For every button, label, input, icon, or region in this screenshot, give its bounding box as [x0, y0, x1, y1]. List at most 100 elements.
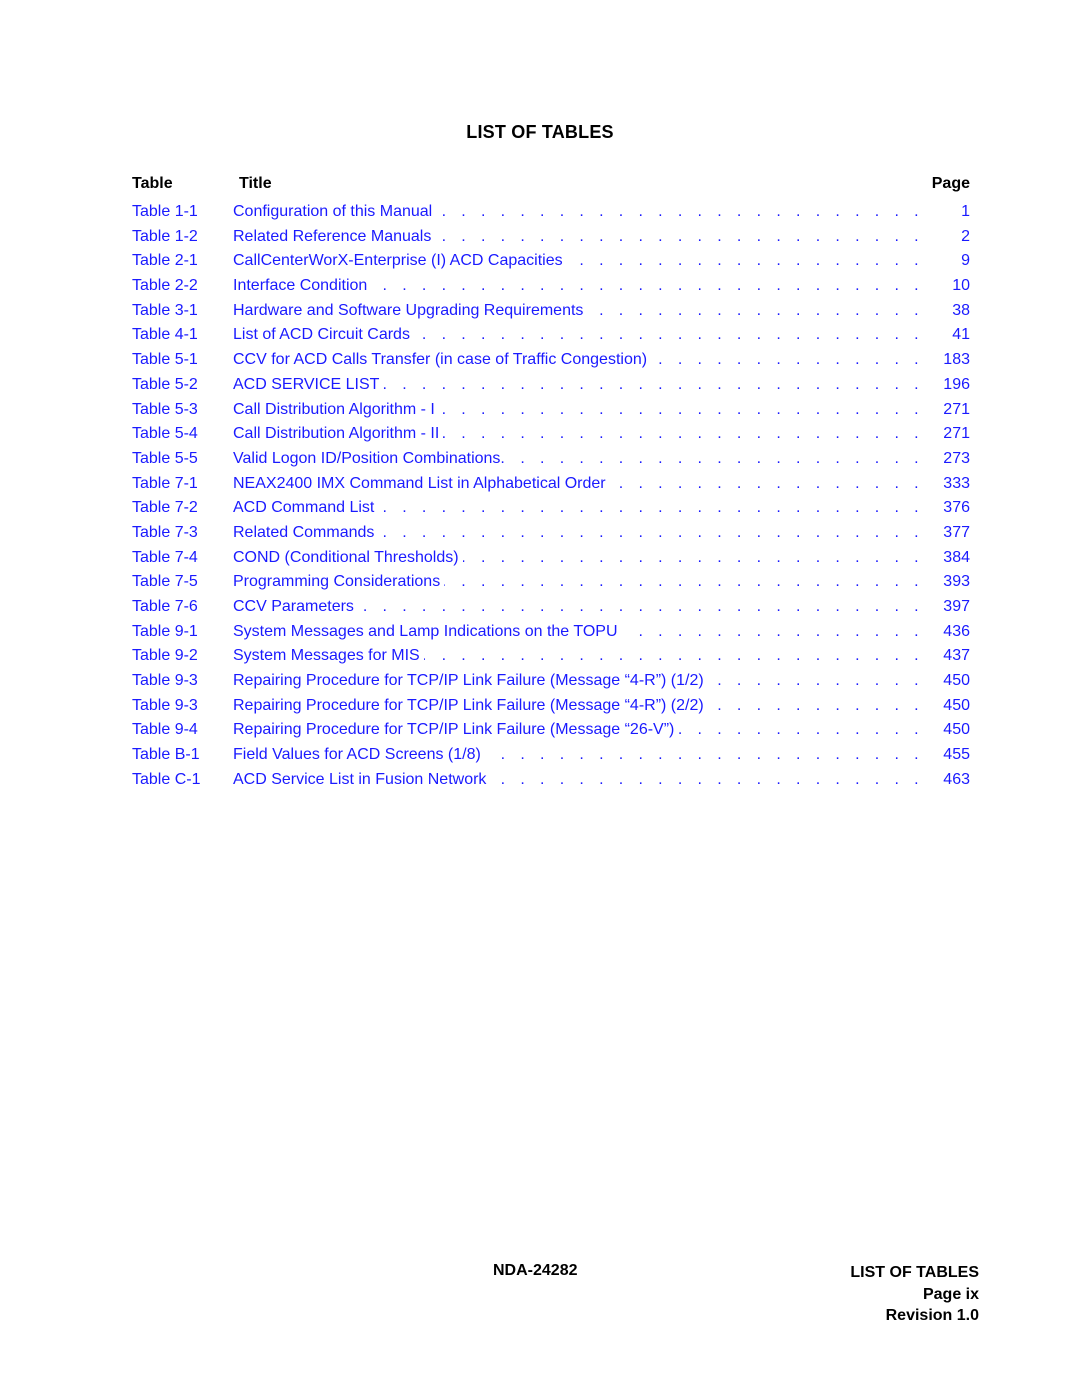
toc-entry[interactable]: Table 7-4 . . . . . . . . . . . . . . . .… [132, 546, 970, 571]
table-title[interactable]: System Messages and Lamp Indications on … [233, 622, 622, 640]
page-number-link[interactable]: 9 [961, 249, 970, 274]
table-number-link[interactable]: Table B-1 [132, 743, 200, 768]
table-title-link[interactable]: . . . . . . . . . . . . . . . . . . . . … [233, 249, 924, 274]
page-number-link[interactable]: 183 [943, 348, 970, 373]
table-title-link[interactable]: . . . . . . . . . . . . . . . . . . . . … [233, 521, 924, 546]
toc-entry[interactable]: Table 9-4 . . . . . . . . . . . . . . . .… [132, 718, 970, 743]
toc-entry[interactable]: Table 5-5 . . . . . . . . . . . . . . . .… [132, 447, 970, 472]
table-title-link[interactable]: . . . . . . . . . . . . . . . . . . . . … [233, 718, 924, 743]
table-number-link[interactable]: Table 9-3 [132, 669, 198, 694]
page-number-link[interactable]: 1 [961, 200, 970, 225]
page-number-link[interactable]: 377 [943, 521, 970, 546]
table-title[interactable]: COND (Conditional Thresholds) [233, 548, 463, 566]
toc-entry[interactable]: Table 7-5 . . . . . . . . . . . . . . . .… [132, 570, 970, 595]
table-title[interactable]: Programming Considerations [233, 573, 445, 591]
table-title[interactable]: Interface Condition [233, 277, 372, 295]
table-number-link[interactable]: Table 7-1 [132, 472, 198, 497]
table-title[interactable]: Repairing Procedure for TCP/IP Link Fail… [233, 721, 679, 739]
table-title-link[interactable]: . . . . . . . . . . . . . . . . . . . . … [233, 200, 924, 225]
page-number-link[interactable]: 436 [943, 620, 970, 645]
toc-entry[interactable]: Table 9-2 . . . . . . . . . . . . . . . .… [132, 644, 970, 669]
table-number-link[interactable]: Table 2-2 [132, 274, 198, 299]
table-title[interactable]: Related Commands [233, 523, 379, 541]
table-title[interactable]: ACD Service List in Fusion Network [233, 770, 491, 788]
toc-entry[interactable]: Table 1-2 . . . . . . . . . . . . . . . .… [132, 225, 970, 250]
toc-entry[interactable]: Table 9-3 . . . . . . . . . . . . . . . .… [132, 694, 970, 719]
table-title-link[interactable]: . . . . . . . . . . . . . . . . . . . . … [233, 496, 924, 521]
page-number-link[interactable]: 333 [943, 472, 970, 497]
toc-entry[interactable]: Table 5-1 . . . . . . . . . . . . . . . .… [132, 348, 970, 373]
table-title[interactable]: CCV for ACD Calls Transfer (in case of T… [233, 351, 652, 369]
table-number-link[interactable]: Table 4-1 [132, 323, 198, 348]
toc-entry[interactable]: Table 7-2 . . . . . . . . . . . . . . . .… [132, 496, 970, 521]
table-title[interactable]: Call Distribution Algorithm - II [233, 425, 444, 443]
page-number-link[interactable]: 437 [943, 644, 970, 669]
table-number-link[interactable]: Table 5-2 [132, 373, 198, 398]
table-number-link[interactable]: Table 3-1 [132, 299, 198, 324]
table-title-link[interactable]: . . . . . . . . . . . . . . . . . . . . … [233, 743, 924, 768]
table-title[interactable]: List of ACD Circuit Cards [233, 326, 414, 344]
page-number-link[interactable]: 376 [943, 496, 970, 521]
table-title[interactable]: Configuration of this Manual [233, 203, 437, 220]
page-number-link[interactable]: 384 [943, 546, 970, 571]
page-number-link[interactable]: 196 [943, 373, 970, 398]
table-number-link[interactable]: Table 5-4 [132, 422, 198, 447]
table-number-link[interactable]: Table 1-2 [132, 225, 198, 250]
table-number-link[interactable]: Table 5-1 [132, 348, 198, 373]
table-title[interactable]: Repairing Procedure for TCP/IP Link Fail… [233, 672, 708, 690]
toc-entry[interactable]: Table 9-3 . . . . . . . . . . . . . . . .… [132, 669, 970, 694]
table-title-link[interactable]: . . . . . . . . . . . . . . . . . . . . … [233, 595, 924, 620]
table-title[interactable]: CallCenterWorX-Enterprise (I) ACD Capaci… [233, 252, 567, 270]
toc-entry[interactable]: Table B-1 . . . . . . . . . . . . . . . .… [132, 743, 970, 768]
table-title-link[interactable]: . . . . . . . . . . . . . . . . . . . . … [233, 669, 924, 694]
table-number-link[interactable]: Table 1-1 [132, 200, 198, 225]
toc-entry[interactable]: Table 5-4 . . . . . . . . . . . . . . . .… [132, 422, 970, 447]
table-title-link[interactable]: . . . . . . . . . . . . . . . . . . . . … [233, 620, 924, 645]
table-title[interactable]: Hardware and Software Upgrading Requirem… [233, 301, 588, 319]
table-title-link[interactable]: . . . . . . . . . . . . . . . . . . . . … [233, 447, 924, 472]
toc-entry[interactable]: Table 9-1 . . . . . . . . . . . . . . . .… [132, 620, 970, 645]
toc-entry[interactable]: Table 2-2 . . . . . . . . . . . . . . . .… [132, 274, 970, 299]
table-title[interactable]: NEAX2400 IMX Command List in Alphabetica… [233, 474, 610, 492]
page-number-link[interactable]: 2 [961, 225, 970, 250]
table-title[interactable]: Field Values for ACD Screens (1/8) [233, 746, 485, 764]
table-title-link[interactable]: . . . . . . . . . . . . . . . . . . . . … [233, 373, 924, 398]
table-number-link[interactable]: Table 7-2 [132, 496, 198, 521]
table-title-link[interactable]: . . . . . . . . . . . . . . . . . . . . … [233, 694, 924, 719]
page-number-link[interactable]: 397 [943, 595, 970, 620]
toc-entry[interactable]: Table C-1 . . . . . . . . . . . . . . . .… [132, 768, 970, 793]
table-title-link[interactable]: . . . . . . . . . . . . . . . . . . . . … [233, 570, 924, 595]
toc-entry[interactable]: Table 7-3 . . . . . . . . . . . . . . . .… [132, 521, 970, 546]
table-title[interactable]: System Messages for MIS [233, 647, 424, 665]
table-number-link[interactable]: Table 9-2 [132, 644, 198, 669]
table-number-link[interactable]: Table 9-1 [132, 620, 198, 645]
table-title-link[interactable]: . . . . . . . . . . . . . . . . . . . . … [233, 644, 924, 669]
page-number-link[interactable]: 393 [943, 570, 970, 595]
table-number-link[interactable]: Table C-1 [132, 768, 200, 793]
page-number-link[interactable]: 450 [943, 694, 970, 719]
table-number-link[interactable]: Table 7-3 [132, 521, 198, 546]
table-title-link[interactable]: . . . . . . . . . . . . . . . . . . . . … [233, 768, 924, 793]
table-title[interactable]: ACD Command List [233, 499, 379, 517]
table-title-link[interactable]: . . . . . . . . . . . . . . . . . . . . … [233, 225, 924, 250]
table-number-link[interactable]: Table 2-1 [132, 249, 198, 274]
table-title-link[interactable]: . . . . . . . . . . . . . . . . . . . . … [233, 546, 924, 571]
table-number-link[interactable]: Table 9-3 [132, 694, 198, 719]
page-number-link[interactable]: 450 [943, 718, 970, 743]
page-number-link[interactable]: 455 [943, 743, 970, 768]
table-number-link[interactable]: Table 7-5 [132, 570, 198, 595]
table-title[interactable]: Repairing Procedure for TCP/IP Link Fail… [233, 696, 708, 714]
table-title-link[interactable]: . . . . . . . . . . . . . . . . . . . . … [233, 323, 924, 348]
table-title-link[interactable]: . . . . . . . . . . . . . . . . . . . . … [233, 398, 924, 423]
table-number-link[interactable]: Table 5-3 [132, 398, 198, 423]
table-title[interactable]: CCV Parameters [233, 598, 358, 615]
toc-entry[interactable]: Table 5-3 . . . . . . . . . . . . . . . .… [132, 398, 970, 423]
page-number-link[interactable]: 271 [943, 398, 970, 423]
table-number-link[interactable]: Table 7-4 [132, 546, 198, 571]
table-number-link[interactable]: Table 5-5 [132, 447, 198, 472]
table-title-link[interactable]: . . . . . . . . . . . . . . . . . . . . … [233, 472, 924, 497]
page-number-link[interactable]: 463 [943, 768, 970, 793]
table-title[interactable]: Valid Logon ID/Position Combinations. [233, 449, 509, 467]
table-title-link[interactable]: . . . . . . . . . . . . . . . . . . . . … [233, 274, 924, 299]
toc-entry[interactable]: Table 5-2 . . . . . . . . . . . . . . . .… [132, 373, 970, 398]
